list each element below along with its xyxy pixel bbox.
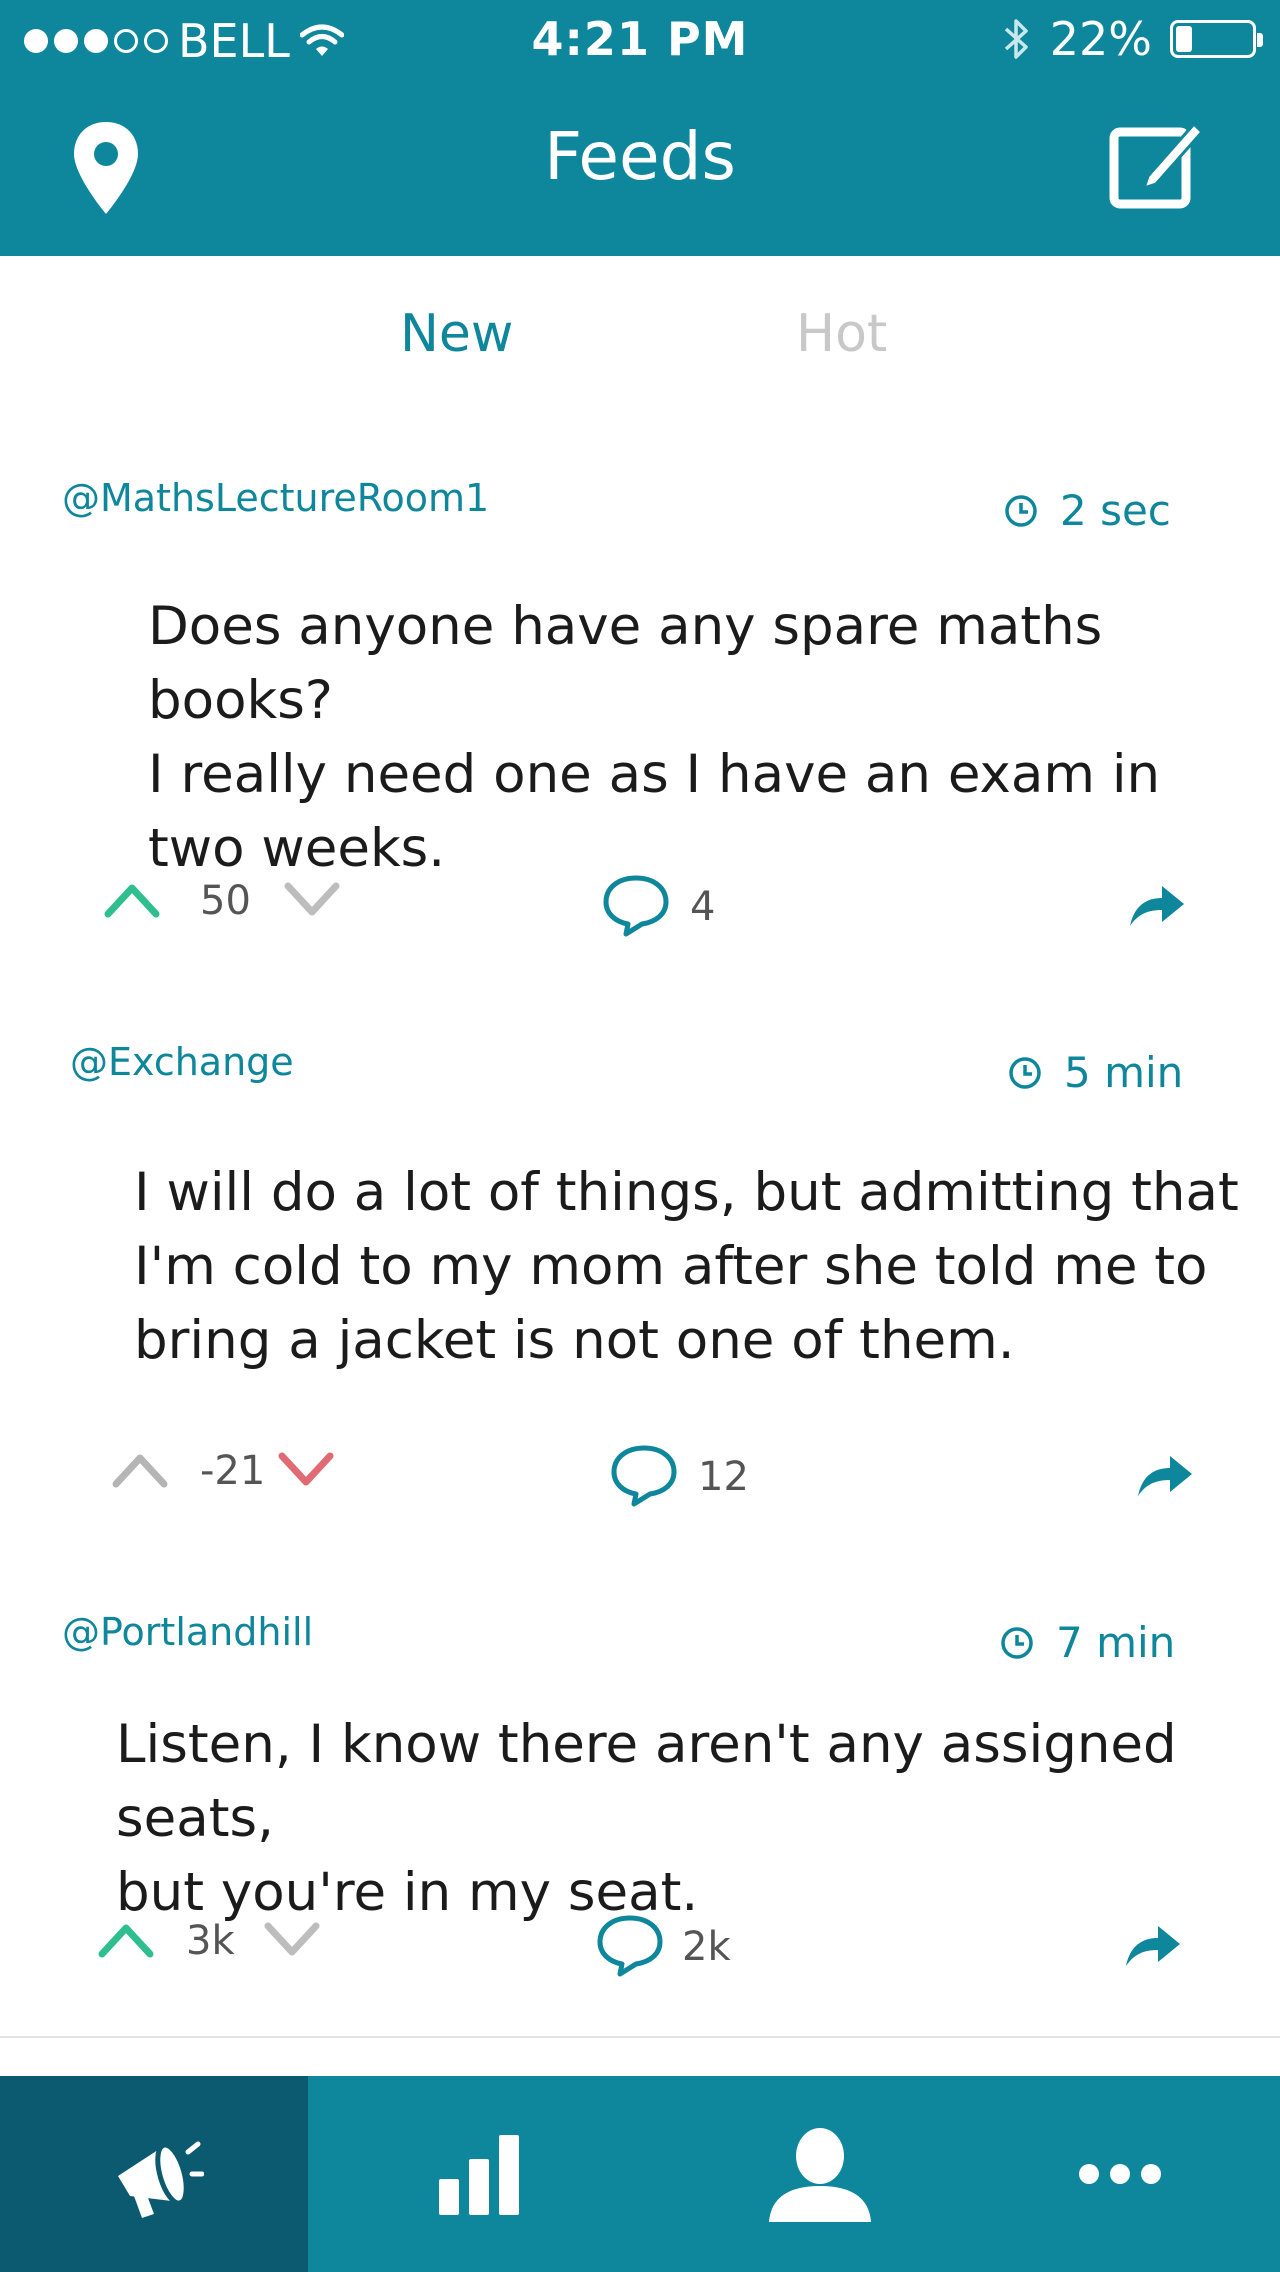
tab-feeds[interactable] [0, 2076, 308, 2272]
post-handle[interactable]: @Portlandhill [62, 1610, 313, 1654]
more-dots-icon [1079, 2164, 1161, 2184]
clock-icon [1001, 1626, 1033, 1659]
bottom-tab-bar [0, 2076, 1280, 2272]
vote-count: -21 [200, 1448, 266, 1494]
battery-icon [1170, 20, 1263, 58]
page-title: Feeds [544, 118, 736, 195]
clock-icon [1009, 1056, 1041, 1089]
comment-count: 2k [682, 1924, 731, 1970]
share-icon[interactable] [1134, 1452, 1194, 1500]
post-time-label: 2 sec [1060, 486, 1171, 535]
compose-edit-icon[interactable] [1106, 114, 1206, 214]
comment-icon[interactable] [610, 1444, 678, 1508]
upvote-icon[interactable] [112, 1452, 168, 1488]
tab-stats[interactable] [320, 2076, 640, 2272]
megaphone-icon [118, 2141, 204, 2218]
post-timestamp: 2 sec [1004, 486, 1171, 535]
comment-count: 12 [698, 1454, 749, 1500]
tab-hot[interactable]: Hot [796, 304, 887, 364]
post-body-line: Does anyone have any spare maths books? [148, 596, 1103, 731]
upvote-icon[interactable] [98, 1922, 154, 1958]
post-body-line: I will do a lot of things, but admitting… [134, 1162, 1239, 1223]
post-body: I will do a lot of things, but admitting… [134, 1156, 1254, 1378]
post-body-line: Listen, I know there aren't any assigned… [116, 1714, 1177, 1849]
feed-post[interactable]: @Portlandhill 7 min Listen, I know there… [0, 1562, 1280, 2038]
upvote-icon[interactable] [104, 882, 160, 918]
tab-new[interactable]: New [400, 304, 513, 364]
vote-count: 3k [186, 1918, 235, 1964]
downvote-icon[interactable] [278, 1452, 334, 1488]
comment-icon[interactable] [596, 1914, 664, 1978]
post-body: Does anyone have any spare maths books? … [148, 590, 1268, 886]
post-handle[interactable]: @MathsLectureRoom1 [62, 476, 489, 520]
post-body-line: I really need one as I have an exam in [148, 744, 1161, 805]
vote-count: 50 [200, 878, 251, 924]
post-body-line: I'm cold to my mom after she told me to [134, 1236, 1208, 1297]
status-bar: BELL 4:21 PM 22% [0, 0, 1280, 80]
clock-icon [1005, 494, 1037, 527]
feed-post[interactable]: @MathsLectureRoom1 2 sec Does anyone hav… [0, 422, 1280, 994]
top-bar: BELL 4:21 PM 22% Feeds [0, 0, 1280, 256]
post-body-line: two weeks. [148, 818, 446, 879]
share-icon[interactable] [1122, 1922, 1182, 1970]
post-body-line: but you're in my seat. [116, 1862, 699, 1923]
downvote-icon[interactable] [264, 1922, 320, 1958]
user-profile-icon [769, 2128, 871, 2222]
downvote-icon[interactable] [284, 882, 340, 918]
tab-more[interactable] [960, 2076, 1280, 2272]
post-timestamp: 5 min [1008, 1048, 1183, 1097]
bluetooth-icon [1004, 19, 1028, 59]
battery-percent: 22% [1049, 12, 1152, 66]
tab-profile[interactable] [660, 2076, 980, 2272]
bar-chart-icon [439, 2135, 519, 2215]
status-right: 22% [1002, 12, 1263, 66]
feed-post[interactable]: @Exchange 5 min I will do a lot of thing… [0, 992, 1280, 1564]
feed-tabs: New Hot [0, 256, 1280, 424]
comment-count: 4 [690, 884, 716, 930]
post-handle[interactable]: @Exchange [70, 1040, 294, 1084]
share-icon[interactable] [1126, 882, 1186, 930]
post-time-label: 7 min [1056, 1618, 1176, 1667]
post-time-label: 5 min [1064, 1048, 1184, 1097]
comment-icon[interactable] [602, 874, 670, 938]
post-body: Listen, I know there aren't any assigned… [116, 1708, 1266, 1930]
post-body-line: bring a jacket is not one of them. [134, 1310, 1015, 1371]
post-timestamp: 7 min [1000, 1618, 1175, 1667]
